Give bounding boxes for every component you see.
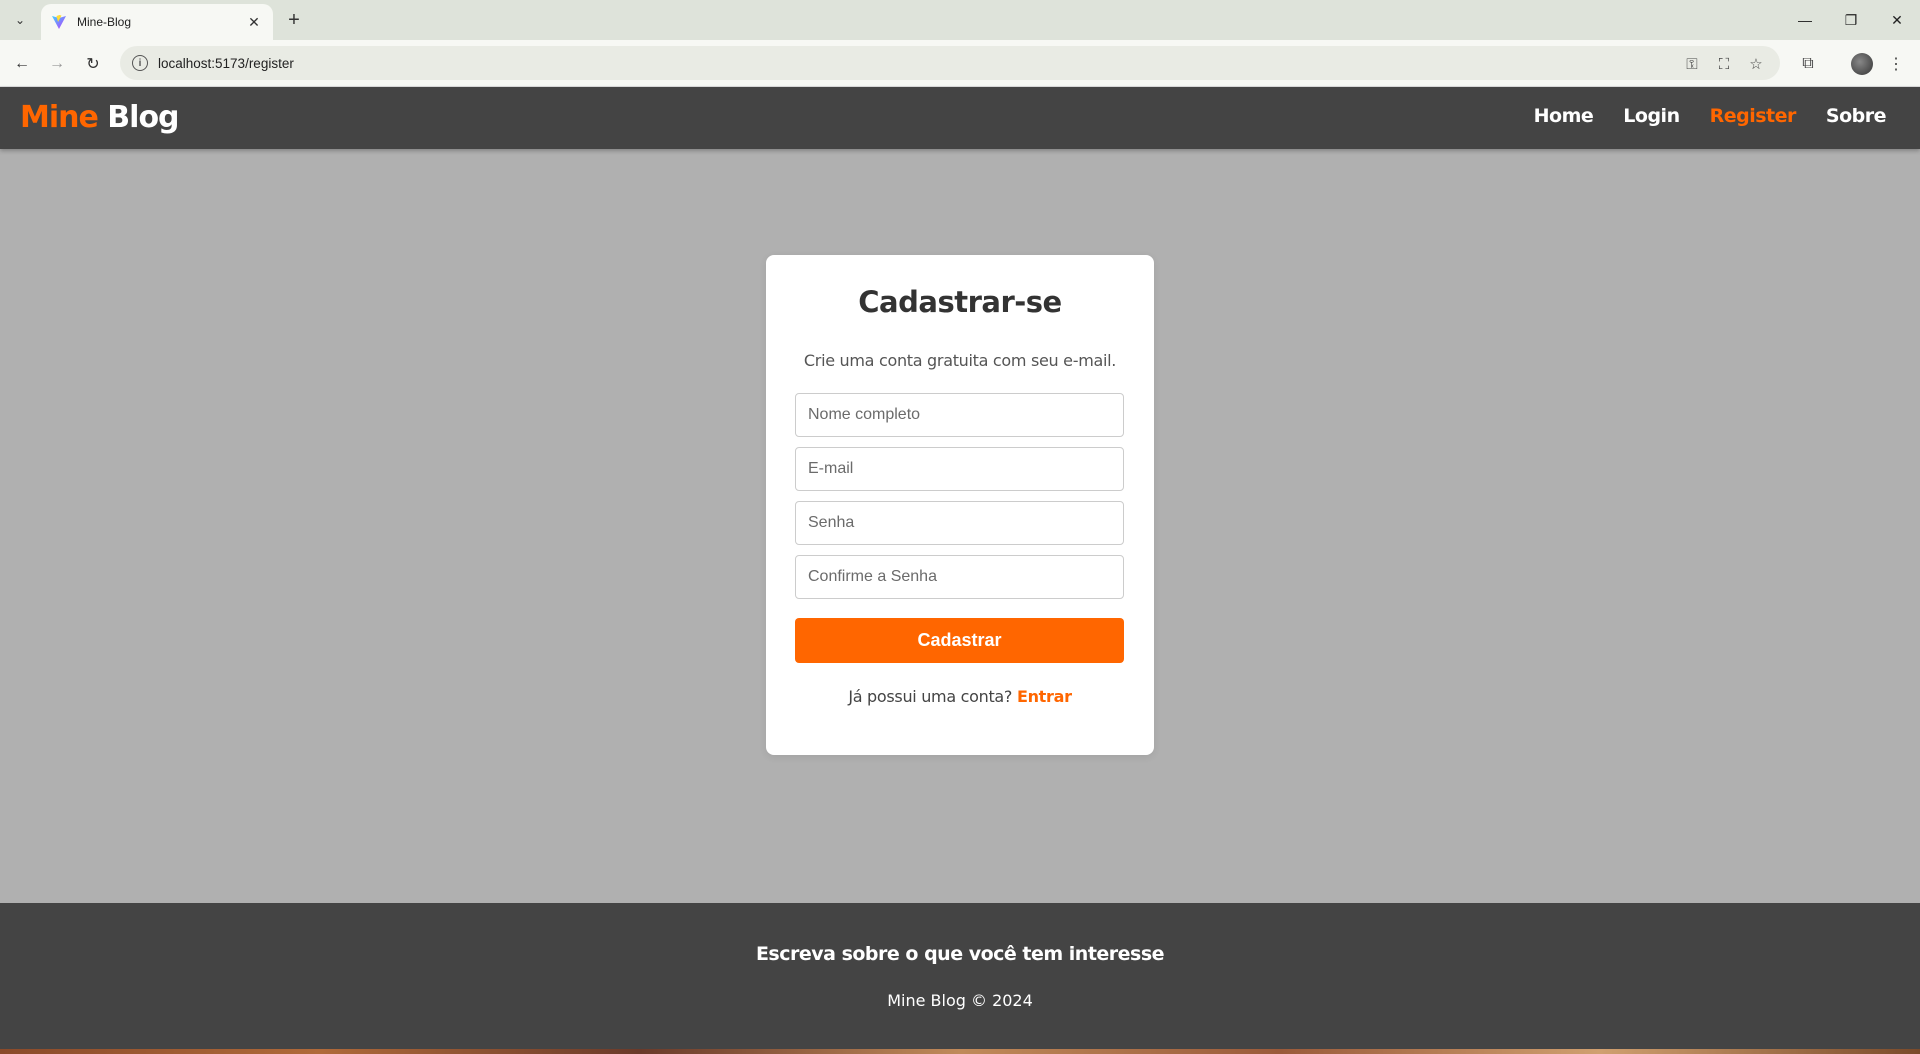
new-tab-plus-icon[interactable]: + bbox=[282, 8, 306, 32]
bookmark-star-icon[interactable]: ☆ bbox=[1746, 54, 1766, 74]
nav-login[interactable]: Login bbox=[1623, 105, 1680, 127]
profile-avatar-icon[interactable] bbox=[1850, 52, 1874, 76]
vite-favicon-icon bbox=[52, 15, 66, 29]
extensions-puzzle-icon[interactable]: ⧉ bbox=[1796, 52, 1820, 76]
site-footer: Escreva sobre o que você tem interesse M… bbox=[0, 903, 1920, 1049]
password-key-icon[interactable]: ⚿ bbox=[1682, 54, 1702, 74]
translate-icon[interactable]: ⛶ bbox=[1714, 54, 1734, 74]
password-input[interactable] bbox=[795, 501, 1124, 545]
full-name-input[interactable] bbox=[795, 393, 1124, 437]
nav-sobre[interactable]: Sobre bbox=[1826, 105, 1887, 127]
site-info-icon[interactable]: i bbox=[132, 55, 148, 71]
logo-mine: Mine bbox=[20, 100, 99, 135]
reload-icon[interactable]: ↻ bbox=[79, 50, 107, 78]
footer-copyright: Mine Blog © 2024 bbox=[887, 991, 1033, 1010]
register-submit-button[interactable]: Cadastrar bbox=[795, 618, 1124, 663]
browser-tabbar: ⌄ Mine-Blog ✕ + — ❐ ✕ bbox=[0, 0, 1920, 40]
taskbar-strip bbox=[0, 1049, 1920, 1054]
register-subtitle: Crie uma conta gratuita com seu e-mail. bbox=[803, 351, 1117, 370]
email-input[interactable] bbox=[795, 447, 1124, 491]
address-url[interactable]: localhost:5173/register bbox=[158, 56, 294, 71]
tab-close-icon[interactable]: ✕ bbox=[245, 14, 263, 31]
tab-search-chevron-icon[interactable]: ⌄ bbox=[8, 8, 32, 32]
back-arrow-icon[interactable]: ← bbox=[8, 50, 36, 78]
minimize-icon[interactable]: — bbox=[1782, 6, 1828, 34]
site-logo[interactable]: Mine Blog bbox=[20, 100, 180, 135]
nav-register[interactable]: Register bbox=[1710, 105, 1797, 127]
nav-home[interactable]: Home bbox=[1534, 105, 1594, 127]
login-prompt-text: Já possui uma conta? bbox=[848, 687, 1013, 706]
footer-tagline: Escreva sobre o que você tem interesse bbox=[755, 943, 1165, 965]
address-bar[interactable]: i localhost:5173/register ⚿ ⛶ ☆ bbox=[120, 46, 1780, 80]
confirm-password-input[interactable] bbox=[795, 555, 1124, 599]
login-prompt-line: Já possui uma conta? Entrar bbox=[766, 687, 1154, 706]
register-card: Cadastrar-se Crie uma conta gratuita com… bbox=[766, 255, 1154, 755]
site-nav: Home Login Register Sobre bbox=[1534, 105, 1887, 127]
browser-tab-active[interactable]: Mine-Blog ✕ bbox=[41, 4, 273, 40]
register-title: Cadastrar-se bbox=[858, 285, 1062, 319]
forward-arrow-icon[interactable]: → bbox=[43, 50, 71, 78]
browser-toolbar: ← → ↻ i localhost:5173/register ⚿ ⛶ ☆ ⧉ … bbox=[0, 40, 1920, 87]
site-header: Mine Blog Home Login Register Sobre bbox=[0, 87, 1920, 149]
window-close-icon[interactable]: ✕ bbox=[1874, 6, 1920, 34]
tab-title: Mine-Blog bbox=[77, 15, 132, 29]
browser-menu-icon[interactable]: ⋮ bbox=[1884, 52, 1908, 76]
restore-icon[interactable]: ❐ bbox=[1828, 6, 1874, 34]
login-link[interactable]: Entrar bbox=[1017, 687, 1072, 706]
logo-blog: Blog bbox=[107, 100, 179, 135]
